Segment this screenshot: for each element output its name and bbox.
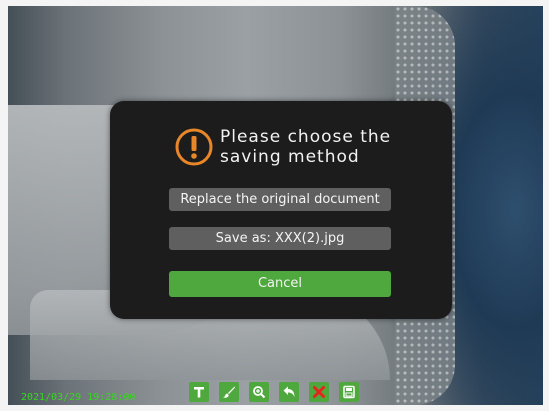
dialog-title: Please choose the saving method — [220, 127, 392, 167]
save-as-button[interactable]: Save as: XXX(2).jpg — [169, 227, 391, 250]
toolbar — [189, 382, 359, 402]
brush-icon — [223, 386, 235, 398]
save-dialog: Please choose the saving method Replace … — [110, 101, 452, 319]
delete-tool-button[interactable] — [309, 382, 329, 402]
undo-tool-button[interactable] — [279, 382, 299, 402]
undo-icon — [283, 386, 295, 397]
save-icon — [343, 385, 355, 399]
camera-view: Please choose the saving method Replace … — [0, 0, 549, 411]
cancel-button[interactable]: Cancel — [169, 271, 391, 297]
frame-border — [0, 0, 549, 6]
text-icon — [194, 387, 204, 398]
warning-icon — [175, 128, 213, 166]
brush-tool-button[interactable] — [219, 382, 239, 402]
frame-border — [0, 405, 549, 411]
dialog-header: Please choose the saving method — [174, 127, 400, 167]
zoom-icon — [253, 386, 266, 399]
timestamp: 2021/03/29 19:28:00 — [21, 392, 136, 403]
delete-icon — [313, 386, 325, 398]
frame-border — [543, 0, 549, 411]
replace-original-button[interactable]: Replace the original document — [169, 188, 391, 211]
save-tool-button[interactable] — [339, 382, 359, 402]
frame-border — [0, 0, 8, 411]
text-tool-button[interactable] — [189, 382, 209, 402]
zoom-tool-button[interactable] — [249, 382, 269, 402]
